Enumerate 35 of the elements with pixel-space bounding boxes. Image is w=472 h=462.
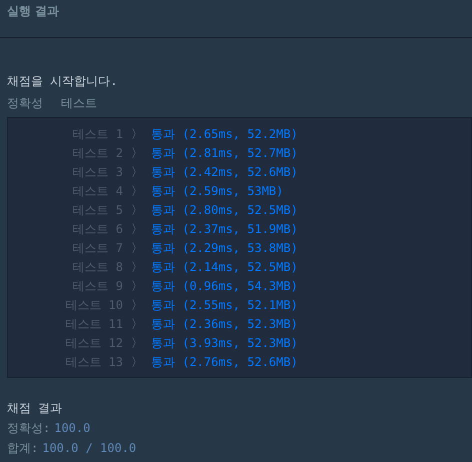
separator-glyph: 〉 [130,126,144,143]
test-result: 통과 (2.55ms, 52.1MB) [151,297,298,314]
summary-value: 100.0 / 100.0 [42,440,136,456]
separator-glyph: 〉 [130,240,144,257]
panel-title: 실행 결과 [7,3,60,20]
summary-label: 정확성: [7,420,50,436]
test-result: 통과 (2.36ms, 52.3MB) [151,316,298,333]
test-result: 통과 (2.42ms, 52.6MB) [151,164,298,181]
separator-glyph: 〉 [130,183,144,200]
separator-glyph: 〉 [130,145,144,162]
separator-glyph: 〉 [130,316,144,333]
test-result: 통과 (2.65ms, 52.2MB) [151,126,298,143]
separator-glyph: 〉 [130,259,144,276]
separator-glyph: 〉 [130,354,144,371]
summary-title: 채점 결과 [7,400,64,416]
section-label: 정확성 [7,95,43,111]
separator-glyph: 〉 [130,278,144,295]
start-message: 채점을 시작합니다. [7,73,118,89]
test-result: 통과 (2.80ms, 52.5MB) [151,202,298,219]
test-result: 통과 (2.37ms, 51.9MB) [151,221,298,238]
section-label: 테스트 [61,95,97,111]
test-result: 통과 (2.76ms, 52.6MB) [151,354,298,371]
summary-label: 합계: [7,440,38,456]
separator-glyph: 〉 [130,221,144,238]
separator-glyph: 〉 [130,202,144,219]
test-result: 통과 (0.96ms, 54.3MB) [151,278,298,295]
test-result: 통과 (2.81ms, 52.7MB) [151,145,298,162]
separator-glyph: 〉 [130,335,144,352]
separator-glyph: 〉 [130,164,144,181]
summary-value: 100.0 [54,420,90,436]
test-result: 통과 (3.93ms, 52.3MB) [151,335,298,352]
test-result: 통과 (2.29ms, 53.8MB) [151,240,298,257]
separator-glyph: 〉 [130,297,144,314]
test-result: 통과 (2.14ms, 52.5MB) [151,259,298,276]
test-result: 통과 (2.59ms, 53MB) [151,183,284,200]
